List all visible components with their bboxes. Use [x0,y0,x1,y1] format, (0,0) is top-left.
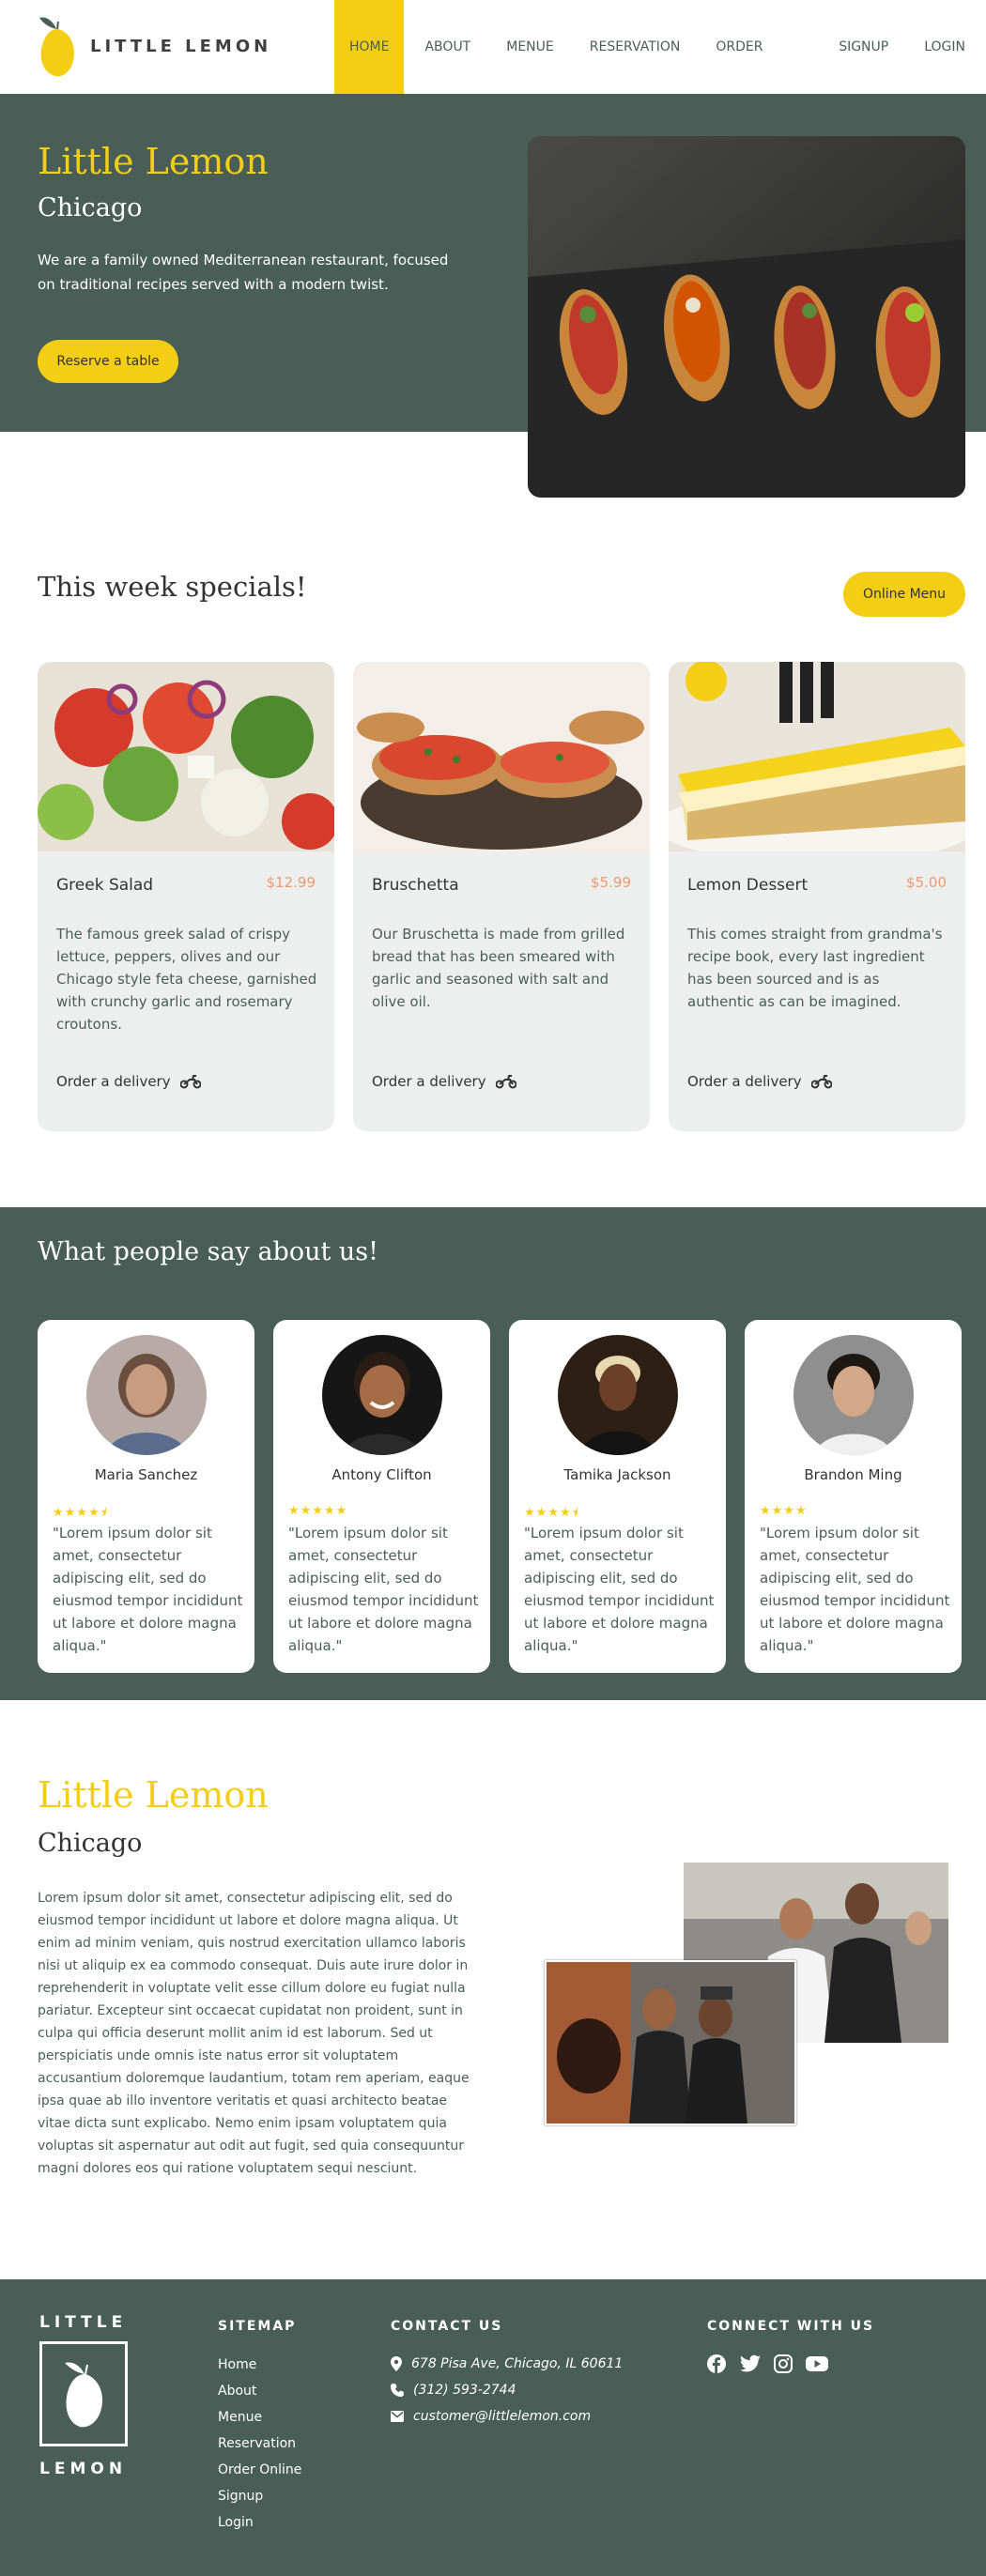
contact-email[interactable]: customer@littlelemon.com [391,2409,591,2424]
rating-stars: ★★★★★ [288,1504,348,1518]
footer-link-about[interactable]: About [218,2384,256,2399]
footer-link-order-online[interactable]: Order Online [218,2462,301,2477]
connect-heading: CONNECT WITH US [707,2319,875,2334]
review-quote: "Lorem ipsum dolor sit amet, consectetur… [524,1525,715,1654]
scooter-icon [810,1075,832,1089]
hero-food-image [528,136,965,498]
lemon-logo-icon [39,17,75,77]
footer-logo[interactable] [39,2341,128,2446]
about-city: Chicago [38,1829,143,1858]
about-title: Little Lemon [38,1774,269,1816]
contact-heading: CONTACT US [391,2319,503,2334]
contact-address: 678 Pisa Ave, Chicago, IL 60611 [391,2356,623,2371]
facebook-icon[interactable] [707,2354,726,2373]
phone-icon [391,2384,404,2397]
reviewer-name: Antony Clifton [331,1466,432,1483]
review-quote: "Lorem ipsum dolor sit amet, consectetur… [53,1525,243,1654]
brand-name: LITTLE LEMON [90,37,272,56]
footer-link-login[interactable]: Login [218,2515,254,2530]
online-menu-button[interactable]: Online Menu [843,572,965,617]
reserve-table-button[interactable]: Reserve a table [38,340,178,383]
special-name: Bruschetta [372,876,459,895]
greek-salad-image [38,662,334,851]
chefs-image-front [545,1960,796,2125]
nav-item-signup[interactable]: SIGNUP [824,0,903,94]
testimonials-title: What people say about us! [38,1237,379,1266]
special-name: Greek Salad [56,876,154,895]
avatar [558,1335,678,1455]
phone-text: (312) 593-2744 [413,2383,516,2398]
bruschetta-image [353,662,650,851]
nav-item-about[interactable]: ABOUT [409,0,485,94]
footer-link-signup[interactable]: Signup [218,2489,263,2504]
specials-title: This week specials! [38,571,307,603]
testimonial-card: Antony Clifton ★★★★★ "Lorem ipsum dolor … [273,1320,490,1673]
reviewer-name: Tamika Jackson [563,1466,671,1483]
top-nav: LITTLE LEMON HOME ABOUT MENUE RESERVATIO… [0,0,986,148]
address-text: 678 Pisa Ave, Chicago, IL 60611 [411,2356,624,2371]
special-price: $5.00 [906,874,947,891]
lemon-dessert-image [669,662,965,851]
special-price: $5.99 [591,874,631,891]
nav-item-login[interactable]: LOGIN [909,0,980,94]
special-card-greek-salad[interactable]: Greek Salad $12.99 The famous greek sala… [38,662,334,1131]
scooter-icon [179,1075,201,1089]
avatar [793,1335,914,1455]
map-pin-icon [391,2356,402,2371]
main-menu: HOME ABOUT MENUE RESERVATION ORDER ONLIN… [334,0,986,148]
footer-logo-bottom: LEMON [39,2460,128,2478]
instagram-icon[interactable] [774,2354,793,2373]
footer-link-home[interactable]: Home [218,2357,256,2372]
footer-logo-top: LITTLE [39,2313,128,2332]
nav-item-menue[interactable]: MENUE [491,0,569,94]
footer-link-menue[interactable]: Menue [218,2410,262,2425]
special-description: The famous greek salad of crispy lettuce… [56,926,317,1033]
special-description: This comes straight from grandma's recip… [687,926,943,1010]
special-price: $12.99 [266,874,316,891]
hero-city: Chicago [38,193,143,222]
testimonial-card: Maria Sanchez ★★★★⯨ "Lorem ipsum dolor s… [38,1320,254,1673]
twitter-icon[interactable] [740,2354,761,2373]
scooter-icon [495,1075,516,1089]
reviewer-name: Maria Sanchez [94,1466,198,1483]
special-card-bruschetta[interactable]: Bruschetta $5.99 Our Bruschetta is made … [353,662,650,1131]
envelope-icon [391,2411,404,2422]
lemon-outline-icon [65,2362,103,2428]
reviewer-name: Brandon Ming [804,1466,902,1483]
order-delivery-label: Order a delivery [687,1073,802,1090]
rating-stars: ★★★★ [760,1504,808,1518]
avatar [322,1335,442,1455]
nav-item-reservation[interactable]: RESERVATION [575,0,696,94]
order-delivery-link[interactable]: Order a delivery [56,1073,201,1090]
review-quote: "Lorem ipsum dolor sit amet, consectetur… [760,1525,950,1654]
testimonial-card: Brandon Ming ★★★★ "Lorem ipsum dolor sit… [745,1320,962,1673]
order-delivery-label: Order a delivery [372,1073,486,1090]
about-text: Lorem ipsum dolor sit amet, consectetur … [38,1891,470,2176]
nav-item-home[interactable]: HOME [334,0,405,94]
review-quote: "Lorem ipsum dolor sit amet, consectetur… [288,1525,479,1654]
order-delivery-link[interactable]: Order a delivery [372,1073,516,1090]
youtube-icon[interactable] [806,2354,828,2373]
hero-description: We are a family owned Mediterranean rest… [38,252,449,293]
special-name: Lemon Dessert [687,876,809,895]
special-card-lemon-dessert[interactable]: Lemon Dessert $5.00 This comes straight … [669,662,965,1131]
contact-phone[interactable]: (312) 593-2744 [391,2383,516,2398]
testimonial-card: Tamika Jackson ★★★★⯨ "Lorem ipsum dolor … [509,1320,726,1673]
footer-link-reservation[interactable]: Reservation [218,2436,296,2451]
order-delivery-label: Order a delivery [56,1073,171,1090]
sitemap-heading: SITEMAP [218,2319,297,2334]
hero-title: Little Lemon [38,141,269,182]
order-delivery-link[interactable]: Order a delivery [687,1073,832,1090]
special-description: Our Bruschetta is made from grilled brea… [372,926,625,1010]
email-text: customer@littlelemon.com [413,2409,592,2424]
avatar [86,1335,207,1455]
brand-logo[interactable]: LITTLE LEMON [38,14,282,80]
nav-item-order-online[interactable]: ORDER ONLINE [701,0,818,148]
